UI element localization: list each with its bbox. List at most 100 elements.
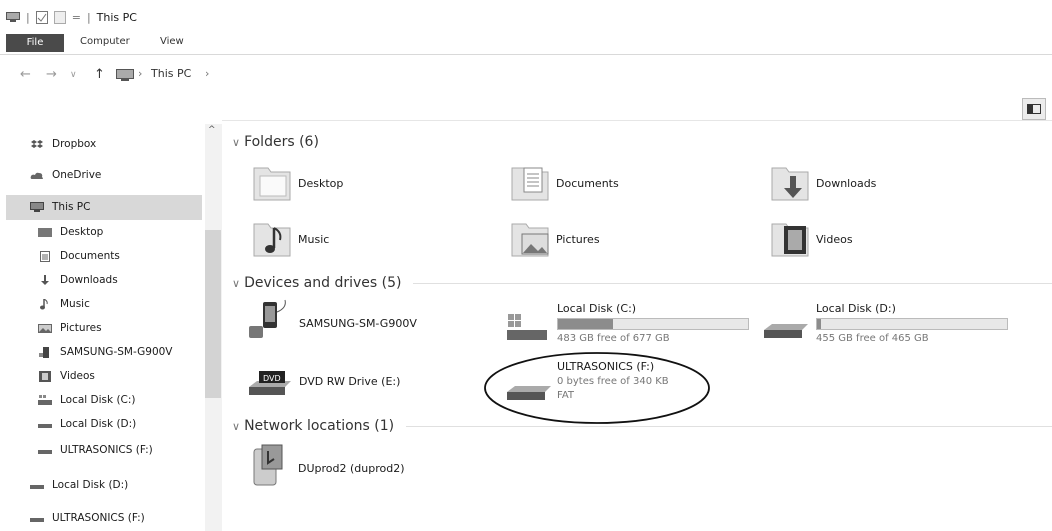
- nav-item-pictures[interactable]: Pictures: [38, 318, 102, 338]
- folder-tile-downloads[interactable]: Downloads: [770, 162, 990, 204]
- recent-chevron-icon[interactable]: ∨: [70, 70, 77, 80]
- nav-item-ultrasonics[interactable]: ULTRASONICS (F:): [38, 440, 153, 460]
- folder-label: Videos: [816, 233, 853, 246]
- downloads-folder-icon: [771, 167, 809, 201]
- documents-icon: [40, 250, 50, 262]
- pictures-folder-icon: [511, 223, 549, 257]
- tab-file[interactable]: File: [6, 34, 64, 52]
- folder-label: Documents: [556, 177, 619, 190]
- up-arrow-icon[interactable]: ↑: [94, 67, 105, 82]
- breadcrumb-this-pc[interactable]: This PC: [151, 67, 191, 80]
- nav-item-samsung[interactable]: SAMSUNG-SM-G900V: [38, 342, 173, 362]
- desktop-folder-icon: [253, 167, 291, 201]
- properties-icon[interactable]: [35, 10, 48, 24]
- window-title: This PC: [96, 10, 137, 24]
- nav-item-label: Local Disk (D:): [60, 418, 137, 430]
- drive-label: Local Disk (D:): [816, 302, 896, 315]
- folder-label: Desktop: [298, 177, 344, 190]
- nav-item-label: Desktop: [60, 226, 104, 238]
- folder-tile-desktop[interactable]: Desktop: [252, 162, 452, 204]
- drive-usage-fill: [558, 319, 614, 329]
- phone-device-icon: [249, 299, 286, 338]
- details-pane-toggle-icon[interactable]: [1022, 98, 1046, 120]
- drive-label: Local Disk (C:): [557, 302, 637, 315]
- network-group-header[interactable]: ∨ Network locations (1): [232, 418, 1052, 434]
- nav-item-dropbox[interactable]: Dropbox: [30, 134, 96, 154]
- new-folder-icon[interactable]: [53, 10, 66, 24]
- system-drive-icon: [507, 314, 547, 340]
- nav-scroll-thumb[interactable]: [205, 230, 221, 398]
- nav-item-label: Videos: [60, 370, 95, 382]
- folder-tile-music[interactable]: Music: [252, 218, 452, 260]
- collapse-chevron-icon[interactable]: ∨: [232, 420, 240, 433]
- nav-item-label: ULTRASONICS (F:): [52, 512, 145, 524]
- nav-item-downloads[interactable]: Downloads: [38, 270, 118, 290]
- folder-tile-videos[interactable]: Videos: [770, 218, 990, 260]
- drive-free-space: 455 GB free of 465 GB: [816, 333, 929, 344]
- download-arrow-icon: [41, 274, 49, 285]
- tab-computer[interactable]: Computer: [80, 36, 130, 47]
- device-label: SAMSUNG-SM-G900V: [299, 317, 417, 330]
- computer-icon: [116, 69, 134, 81]
- videos-film-icon: [39, 370, 51, 382]
- videos-folder-icon: [771, 223, 809, 257]
- network-server-icon: [253, 444, 283, 486]
- dropbox-icon: [31, 139, 43, 148]
- folder-tile-documents[interactable]: Documents: [510, 162, 730, 204]
- nav-item-label: Music: [60, 298, 90, 310]
- nav-item-local-disk-d-root[interactable]: Local Disk (D:): [30, 475, 128, 495]
- forward-arrow-icon[interactable]: →: [46, 67, 57, 82]
- nav-item-desktop[interactable]: Desktop: [38, 222, 103, 242]
- devices-group-header[interactable]: ∨ Devices and drives (5): [232, 275, 1052, 291]
- folder-label: Downloads: [816, 177, 877, 190]
- desktop-folder-icon: [38, 227, 52, 237]
- back-arrow-icon[interactable]: ←: [20, 67, 31, 82]
- drive-icon: [38, 449, 52, 454]
- nav-item-label: Local Disk (D:): [52, 479, 129, 491]
- breadcrumb-chevron-icon[interactable]: ›: [205, 67, 209, 80]
- nav-item-onedrive[interactable]: OneDrive: [30, 165, 101, 185]
- group-title: Network locations (1): [244, 418, 395, 434]
- nav-item-local-disk-c[interactable]: Local Disk (C:): [38, 390, 136, 410]
- network-location-label: DUprod2 (duprod2): [298, 462, 405, 475]
- nav-item-label: Local Disk (C:): [60, 394, 136, 406]
- nav-item-label: This PC: [52, 201, 91, 213]
- phone-icon: [39, 346, 49, 358]
- folder-tile-pictures[interactable]: Pictures: [510, 218, 730, 260]
- nav-item-label: Dropbox: [52, 138, 97, 150]
- drive-tile-dvd-rw[interactable]: DVD DVD RW Drive (E:): [245, 355, 465, 405]
- divider: [406, 425, 1052, 427]
- divider: [413, 282, 1052, 284]
- drive-icon: [30, 517, 44, 522]
- music-note-icon: [40, 298, 48, 309]
- collapse-chevron-icon[interactable]: ∨: [232, 277, 240, 290]
- system-drive-icon: [38, 394, 52, 405]
- drive-icon: [764, 324, 808, 338]
- nav-item-label: OneDrive: [52, 169, 102, 181]
- divider: [222, 120, 1052, 121]
- ribbon: File Computer View: [0, 32, 1052, 55]
- nav-item-local-disk-d[interactable]: Local Disk (D:): [38, 414, 136, 434]
- network-tile-duprod2[interactable]: DUprod2 (duprod2): [248, 443, 468, 493]
- nav-item-music[interactable]: Music: [38, 294, 90, 314]
- quick-access-toolbar: | = | This PC: [6, 8, 137, 26]
- nav-item-this-pc[interactable]: This PC: [30, 197, 90, 217]
- collapse-chevron-icon[interactable]: ∨: [232, 136, 240, 149]
- navigation-pane: [0, 124, 222, 531]
- scroll-up-chevron-icon[interactable]: ^: [208, 125, 216, 135]
- tab-view[interactable]: View: [160, 36, 184, 47]
- customize-qat-icon[interactable]: =: [72, 11, 81, 24]
- drive-tile-local-disk-c[interactable]: Local Disk (C:) 483 GB free of 677 GB: [505, 300, 755, 350]
- nav-item-label: Downloads: [60, 274, 118, 286]
- onedrive-cloud-icon: [30, 172, 43, 179]
- drive-tile-local-disk-d[interactable]: Local Disk (D:) 455 GB free of 465 GB: [762, 300, 1012, 350]
- nav-item-ultrasonics-root[interactable]: ULTRASONICS (F:): [30, 508, 145, 528]
- nav-item-videos[interactable]: Videos: [38, 366, 95, 386]
- drive-usage-bar: [816, 318, 1008, 330]
- music-folder-icon: [253, 223, 291, 257]
- address-bar: ← → ∨ ↑ › This PC ›: [0, 60, 1052, 88]
- folders-group-header[interactable]: ∨ Folders (6): [232, 134, 1052, 150]
- nav-item-documents[interactable]: Documents: [38, 246, 120, 266]
- device-tile-samsung[interactable]: SAMSUNG-SM-G900V: [245, 298, 465, 348]
- drive-icon: [38, 423, 52, 428]
